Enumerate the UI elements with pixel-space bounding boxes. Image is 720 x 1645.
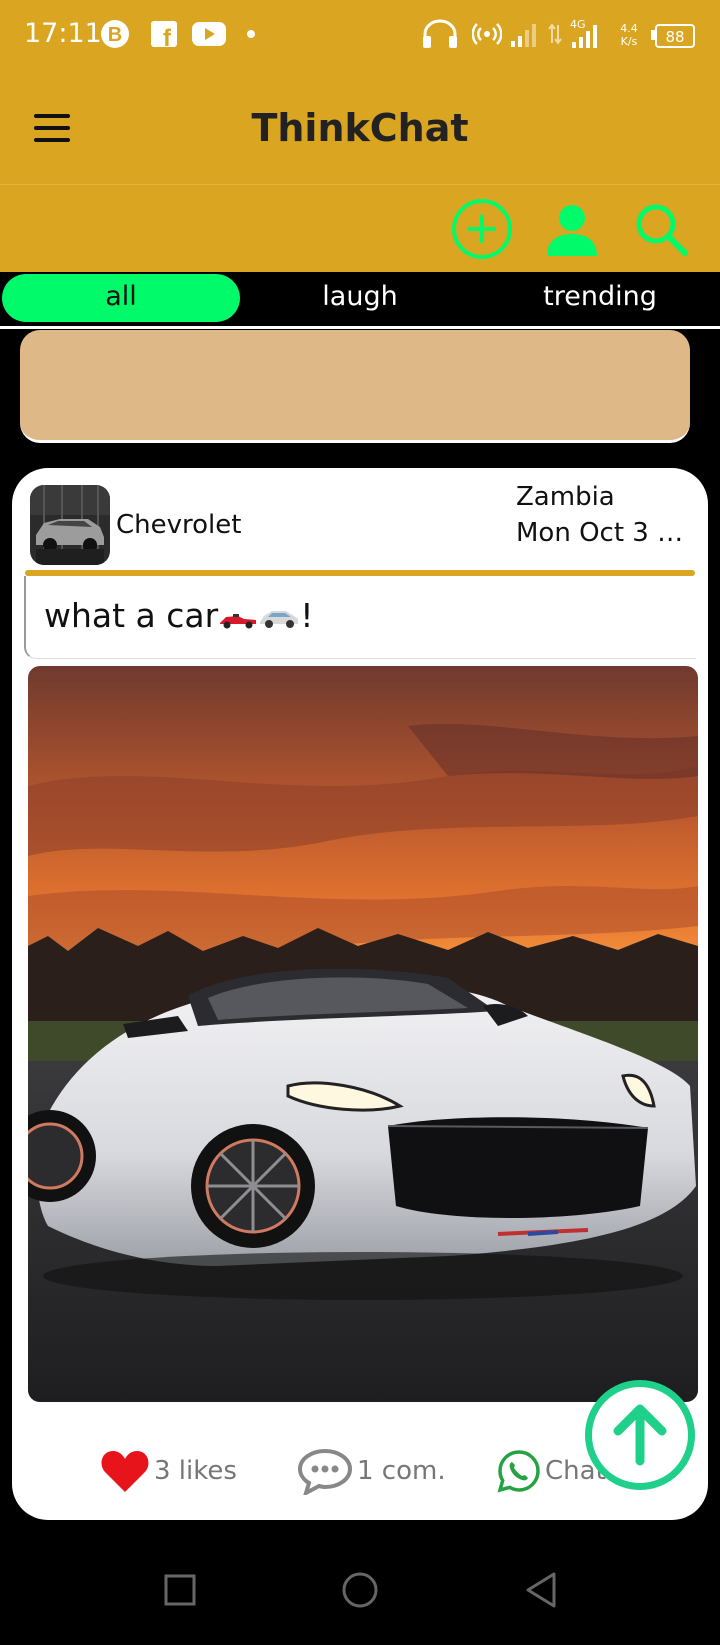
tab-all[interactable]: all (2, 274, 240, 322)
data-arrows-icon (546, 20, 564, 48)
whatsapp-icon (497, 1450, 540, 1493)
hotspot-icon (472, 20, 502, 48)
net-speed-value: 4.4 (620, 22, 638, 35)
status-bar: 17:11 B f 4G 4.4 K/s 88 (0, 0, 720, 72)
avatar[interactable] (30, 485, 110, 565)
likes-count: 3 likes (154, 1456, 237, 1486)
arrow-up-icon (613, 1404, 667, 1466)
svg-text:f: f (163, 25, 172, 47)
battery-icon: 88 (650, 24, 696, 48)
tab-bar: all laugh trending (0, 272, 720, 326)
post-author[interactable]: Chevrolet (116, 510, 241, 540)
facebook-icon: f (150, 20, 178, 48)
back-button[interactable] (490, 1540, 590, 1640)
network-label: 4G (570, 18, 586, 31)
back-triangle-icon (526, 1572, 556, 1608)
caption-box: what a car! (24, 576, 696, 659)
tab-divider (0, 326, 720, 329)
battery-level: 88 (665, 28, 684, 46)
app-title: ThinkChat (251, 106, 469, 150)
add-circle-icon (452, 199, 512, 259)
post-date: Mon Oct 3 1... (516, 518, 696, 548)
dot-icon (245, 20, 257, 48)
race-car-emoji (220, 614, 257, 629)
net-speed: 4.4 K/s (614, 20, 644, 50)
recents-button[interactable] (130, 1540, 230, 1640)
tab-trending[interactable]: trending (481, 274, 719, 322)
youtube-icon (192, 20, 226, 48)
caption-text: what a car (44, 596, 219, 635)
scroll-top-button[interactable] (585, 1380, 695, 1490)
heart-icon (101, 1451, 149, 1492)
post-caption: what a car! (44, 596, 313, 635)
post-image[interactable] (28, 666, 698, 1402)
b-circle-icon: B (100, 20, 130, 48)
tab-laugh[interactable]: laugh (241, 274, 479, 322)
add-post-button[interactable] (451, 198, 513, 260)
post-card: Chevrolet Zambia Mon Oct 3 1... what a c… (12, 468, 708, 1520)
search-icon (636, 204, 688, 256)
like-button[interactable]: 3 likes (100, 1446, 237, 1496)
signal-4g-icon: 4G (566, 18, 606, 50)
comment-bubble-icon (297, 1448, 353, 1495)
app-bar: ThinkChat (0, 72, 720, 185)
svg-text:B: B (108, 24, 122, 46)
profile-button[interactable] (541, 198, 603, 260)
headphones-icon (420, 19, 460, 48)
signal-icon (508, 20, 538, 48)
post-location: Zambia (516, 482, 615, 512)
car-emoji (260, 611, 299, 628)
comment-button[interactable]: 1 com. (297, 1446, 446, 1496)
caption-suffix: ! (300, 596, 314, 635)
system-nav-bar (0, 1540, 720, 1640)
banner-placeholder (20, 330, 690, 443)
profile-icon (547, 205, 597, 256)
status-time: 17:11 (24, 18, 102, 49)
toolbar (0, 185, 720, 272)
search-button[interactable] (630, 198, 692, 260)
recents-square-icon (164, 1574, 196, 1606)
home-button[interactable] (310, 1540, 410, 1640)
comments-count: 1 com. (357, 1456, 446, 1486)
net-speed-unit: K/s (620, 35, 638, 48)
home-circle-icon (342, 1572, 378, 1608)
